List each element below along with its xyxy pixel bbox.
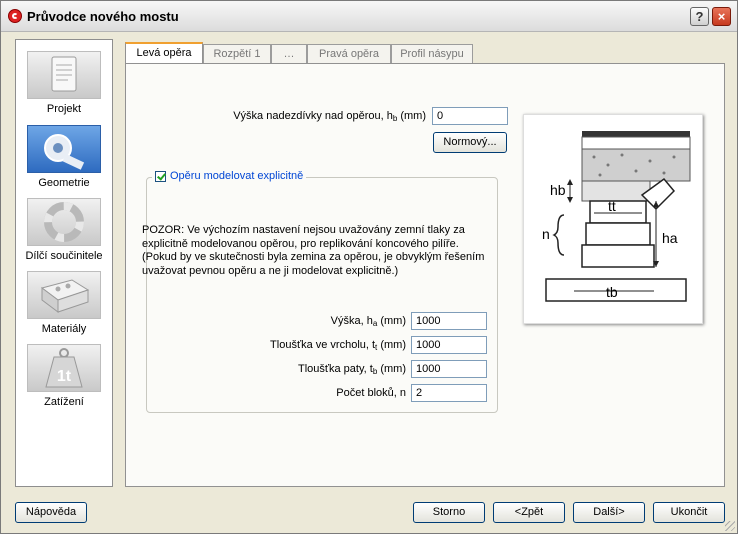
resize-grip-icon[interactable] — [725, 521, 735, 531]
ha-label: ha — [662, 230, 678, 246]
sidebar-item-factors[interactable]: Dílčí součinitele — [16, 195, 112, 267]
weight-glyph: 1t — [57, 368, 72, 385]
tab-rozpeti-1[interactable]: Rozpětí 1 — [203, 44, 271, 63]
help-title-button[interactable]: ? — [690, 7, 709, 26]
tab-panel: Výška nadezdívky nad opěrou, hb (mm) 0 N… — [125, 63, 725, 487]
fill-height-input[interactable]: 0 — [432, 107, 508, 125]
n-label: n — [542, 226, 550, 242]
default-values-button[interactable]: Normový... — [433, 132, 507, 153]
tab-leva-opera[interactable]: Levá opěra — [125, 42, 203, 65]
sidebar-item-projekt[interactable]: Projekt — [16, 48, 112, 120]
height-label: Výška, ha (mm) — [330, 315, 406, 328]
brick-icon — [27, 271, 101, 319]
weight-icon: 1t — [27, 344, 101, 392]
hb-label: hb — [550, 182, 566, 198]
sidebar-item-label: Geometrie — [38, 177, 90, 189]
tape-measure-icon — [27, 125, 101, 173]
app-logo-icon — [8, 9, 22, 23]
cancel-button[interactable]: Storno — [413, 502, 485, 523]
document-icon — [27, 51, 101, 99]
window-title: Průvodce nového mostu — [27, 9, 179, 24]
sidebar-item-label: Projekt — [46, 103, 82, 115]
checkbox-checked-icon — [155, 170, 166, 182]
next-button[interactable]: Další> — [573, 502, 645, 523]
sidebar-item-label: Materiály — [41, 323, 87, 335]
tb-label: tb — [606, 284, 618, 300]
sidebar-item-geometrie[interactable]: Geometrie — [16, 122, 112, 194]
sidebar-item-label: Zatížení — [44, 396, 84, 408]
fill-height-label: Výška nadezdívky nad opěrou, hb (mm) — [233, 110, 426, 123]
top-thickness-label: Tloušťka ve vrcholu, tt (mm) — [270, 339, 406, 352]
wizard-window: Průvodce nového mostu ? × Projekt Geomet… — [0, 0, 738, 534]
back-button[interactable]: <Zpět — [493, 502, 565, 523]
abutment-diagram: hb tt ha n tb — [523, 114, 703, 324]
wizard-sidebar: Projekt Geometrie Dílčí součinitele Mate… — [15, 39, 113, 487]
sidebar-item-zatizeni[interactable]: 1t Zatížení — [16, 341, 112, 413]
finish-button[interactable]: Ukončit — [653, 502, 725, 523]
help-button[interactable]: Nápověda — [15, 502, 87, 523]
tab-prava-opera[interactable]: Pravá opěra — [307, 44, 391, 63]
top-thickness-input[interactable]: 1000 — [411, 336, 487, 354]
block-count-input[interactable]: 2 — [411, 384, 487, 402]
block-count-label: Počet bloků, n — [336, 387, 406, 399]
title-bar: Průvodce nového mostu ? × — [1, 1, 737, 32]
base-thickness-input[interactable]: 1000 — [411, 360, 487, 378]
tab-profil-nasypu[interactable]: Profil násypu — [391, 44, 473, 63]
sidebar-item-label: Dílčí součinitele — [25, 250, 103, 262]
height-input[interactable]: 1000 — [411, 312, 487, 330]
base-thickness-label: Tloušťka paty, tb (mm) — [297, 363, 406, 376]
close-button[interactable]: × — [712, 7, 731, 26]
explicit-abutment-checkbox[interactable]: Opěru modelovat explicitně — [152, 168, 307, 184]
sidebar-item-materialy[interactable]: Materiály — [16, 268, 112, 340]
explicit-abutment-label: Opěru modelovat explicitně — [170, 170, 304, 182]
tt-label: tt — [608, 198, 616, 214]
warning-text: POZOR: Ve výchozím nastavení nejsou uvaž… — [142, 224, 485, 277]
tab-more[interactable]: … — [271, 44, 307, 63]
lifebuoy-icon — [27, 198, 101, 246]
